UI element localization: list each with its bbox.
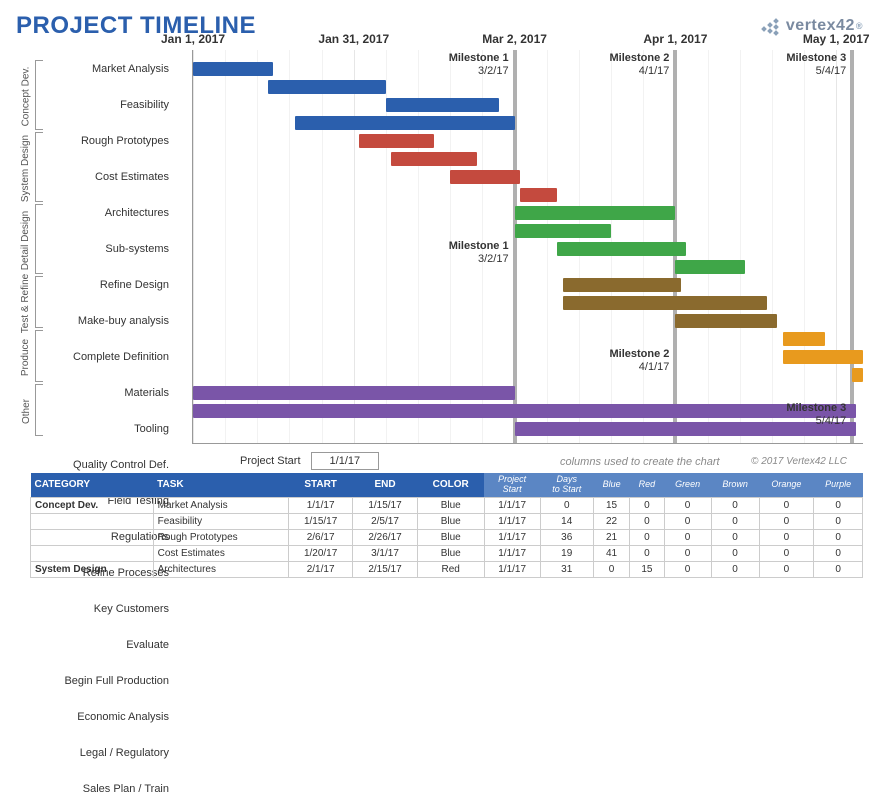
table-header: Red: [630, 473, 664, 497]
table-header: CATEGORY: [31, 473, 154, 497]
axis-tick: May 1, 2017: [803, 32, 870, 46]
gantt-row: Refine Design: [17, 276, 863, 294]
table-header: TASK: [153, 473, 288, 497]
gantt-bar: [515, 206, 676, 220]
table-header: Blue: [593, 473, 629, 497]
milestone-label: Milestone 24/1/17: [609, 348, 675, 374]
milestone-label: Milestone 13/2/17: [449, 240, 515, 266]
gantt-bar: [783, 350, 863, 364]
gantt-bar: [193, 404, 856, 418]
gantt-row: Sub-systems: [17, 240, 863, 258]
gantt-chart: Jan 1, 2017Jan 31, 2017Mar 2, 2017Apr 1,…: [192, 50, 863, 444]
task-label: Begin Full Production: [17, 675, 177, 687]
gantt-bar: [359, 134, 434, 148]
gantt-row: Key Customers: [17, 600, 863, 618]
table-row: Rough Prototypes2/6/172/26/17Blue1/1/173…: [31, 529, 863, 545]
gantt-bar: [450, 170, 520, 184]
data-table: CATEGORYTASKSTARTENDCOLORProject StartDa…: [30, 473, 863, 578]
gantt-bar: [563, 278, 681, 292]
task-label: Evaluate: [17, 639, 177, 651]
category-label: Other: [17, 384, 35, 438]
task-label: Economic Analysis: [17, 711, 177, 723]
copyright-text: © 2017 Vertex42 LLC: [751, 456, 847, 467]
table-row: Concept Dev.Market Analysis1/1/171/15/17…: [31, 497, 863, 513]
project-start-label: Project Start: [240, 455, 301, 467]
axis-tick: Mar 2, 2017: [482, 32, 547, 46]
table-row: Feasibility1/15/172/5/17Blue1/1/17142200…: [31, 513, 863, 529]
milestone-label: Milestone 13/2/17: [449, 52, 515, 78]
milestone-label: Milestone 35/4/17: [786, 52, 852, 78]
category-label: Concept Dev.: [17, 60, 35, 132]
gantt-row: Architectures: [17, 204, 863, 222]
milestone-label: Milestone 35/4/17: [786, 402, 852, 428]
table-header: START: [288, 473, 352, 497]
gantt-row: Begin Full Production: [17, 672, 863, 690]
task-label: Legal / Regulatory: [17, 747, 177, 759]
gantt-bar: [852, 368, 863, 382]
gantt-row: Evaluate: [17, 636, 863, 654]
axis-tick: Jan 1, 2017: [161, 32, 225, 46]
gantt-bar: [515, 224, 611, 238]
table-header: Brown: [711, 473, 759, 497]
table-row: Cost Estimates1/20/173/1/17Blue1/1/17194…: [31, 545, 863, 561]
category-label: Produce: [17, 330, 35, 384]
gantt-bar: [520, 188, 558, 202]
table-header: END: [353, 473, 417, 497]
category-label: System Design: [17, 132, 35, 204]
project-start-value[interactable]: 1/1/17: [311, 452, 380, 470]
gantt-row: Sales Plan / Train: [17, 780, 863, 798]
columns-note: columns used to create the chart: [560, 456, 720, 468]
gantt-bar: [675, 260, 745, 274]
table-header: Project Start: [484, 473, 540, 497]
gantt-bar: [563, 296, 767, 310]
gantt-row: Economic Analysis: [17, 708, 863, 726]
table-header: Orange: [759, 473, 814, 497]
table-header: Green: [664, 473, 711, 497]
milestone-line: [850, 50, 854, 443]
gantt-bar: [557, 242, 686, 256]
gantt-row: Cost Estimates: [17, 168, 863, 186]
task-label: Sales Plan / Train: [17, 783, 177, 795]
gantt-bar: [783, 332, 826, 346]
gantt-bar: [675, 314, 777, 328]
category-label: Detail Design: [17, 204, 35, 276]
milestone-label: Milestone 24/1/17: [609, 52, 675, 78]
gantt-row: Complete Definition: [17, 348, 863, 366]
table-header: Days to Start: [540, 473, 593, 497]
axis-tick: Jan 31, 2017: [318, 32, 389, 46]
table-row: System DesignArchitectures2/1/172/15/17R…: [31, 561, 863, 577]
gantt-bar: [193, 62, 273, 76]
table-header: COLOR: [417, 473, 484, 497]
gantt-bar: [391, 152, 477, 166]
gantt-bar: [268, 80, 386, 94]
gantt-bar: [386, 98, 499, 112]
axis-tick: Apr 1, 2017: [643, 32, 707, 46]
gantt-bar: [295, 116, 515, 130]
gantt-row: Rough Prototypes: [17, 132, 863, 150]
gantt-row: Market Analysis: [17, 60, 863, 78]
gantt-bar: [193, 386, 515, 400]
category-label: Test & Refine: [17, 276, 35, 330]
gantt-row: Legal / Regulatory: [17, 744, 863, 762]
task-label: Key Customers: [17, 603, 177, 615]
table-header: Purple: [814, 473, 863, 497]
